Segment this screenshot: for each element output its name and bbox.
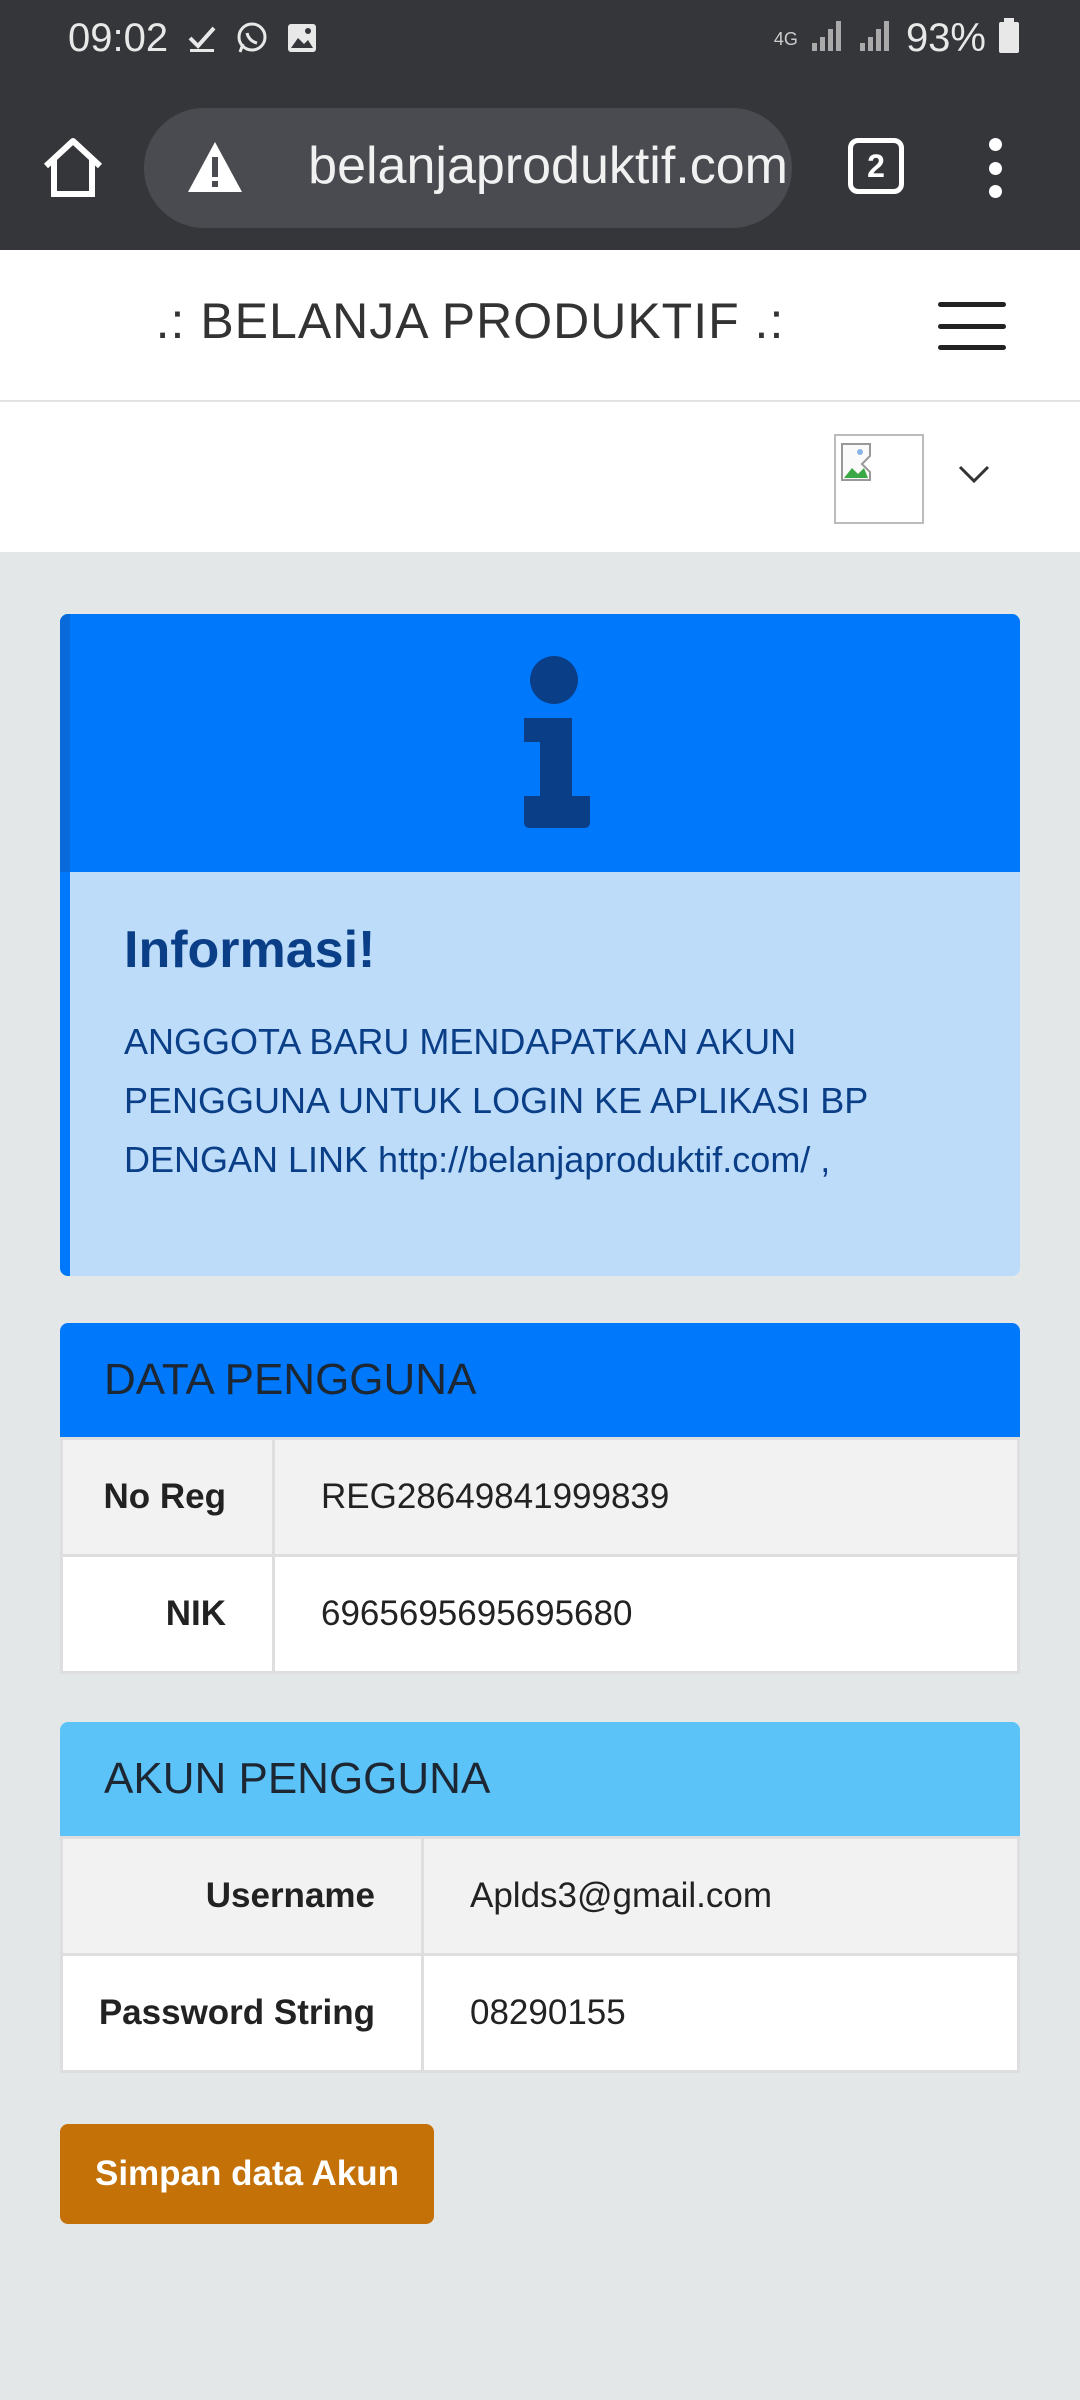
site-header: .: BELANJA PRODUKTIF .: [0,250,1080,402]
browser-menu-button[interactable] [980,138,1010,198]
battery-icon [998,18,1020,59]
home-button[interactable] [38,132,108,202]
data-pengguna-panel: DATA PENGGUNA No Reg REG28649841999839 N… [60,1323,1020,1674]
avatar[interactable] [834,434,924,524]
menu-dot-icon [988,161,1002,175]
row-value: REG28649841999839 [272,1437,1020,1557]
row-label: Password String [60,1953,424,2073]
row-label: Username [60,1836,424,1956]
info-alert-body: Informasi! ANGGOTA BARU MENDAPATKAN AKUN… [60,872,1020,1276]
signal-icon [810,19,846,58]
row-value: 08290155 [421,1953,1020,2073]
data-pengguna-table: No Reg REG28649841999839 NIK 69656956956… [60,1437,1020,1674]
checkmark-notification-icon [184,18,220,58]
info-message: ANGGOTA BARU MENDAPATKAN AKUN PENGGUNA U… [124,1021,868,1180]
warning-icon[interactable] [186,140,244,194]
menu-dot-icon [988,138,1002,151]
status-time: 09:02 [68,16,169,60]
gallery-icon [284,18,320,58]
table-row: Username Aplds3@gmail.com [60,1836,1020,1956]
table-row: NIK 6965695695695680 [60,1554,1020,1674]
row-value: 6965695695695680 [272,1554,1020,1674]
address-bar[interactable]: belanjaproduktif.com [144,108,792,228]
network-type: 4G [773,28,798,49]
user-bar [0,402,1080,552]
whatsapp-icon [234,18,270,58]
row-value: Aplds3@gmail.com [421,1836,1020,1956]
table-row: Password String 08290155 [60,1953,1020,2073]
akun-pengguna-heading: AKUN PENGGUNA [60,1722,1020,1836]
site-brand[interactable]: .: BELANJA PRODUKTIF .: [0,292,940,350]
akun-pengguna-table: Username Aplds3@gmail.com Password Strin… [60,1836,1020,2073]
info-alert: Informasi! ANGGOTA BARU MENDAPATKAN AKUN… [60,614,1020,1276]
broken-image-icon [841,443,871,481]
battery-level: 93% [905,16,986,60]
menu-dot-icon [988,185,1002,198]
data-pengguna-heading: DATA PENGGUNA [60,1323,1020,1437]
url-text[interactable]: belanjaproduktif.com [268,136,788,196]
signal-icon-2 [858,19,894,58]
row-label: NIK [60,1554,275,1674]
row-label: No Reg [60,1437,275,1557]
home-icon [43,138,103,197]
tab-switcher-button[interactable]: 2 [848,138,904,194]
table-row: No Reg REG28649841999839 [60,1437,1020,1557]
browser-toolbar: belanjaproduktif.com 2 [0,80,1080,250]
chevron-down-icon[interactable] [956,462,992,486]
status-bar: 09:02 4G 93% [0,0,1080,80]
info-icon [520,656,596,828]
hamburger-menu-icon[interactable] [938,302,1006,350]
save-account-button[interactable]: Simpan data Akun [60,2124,434,2224]
akun-pengguna-panel: AKUN PENGGUNA Username Aplds3@gmail.com … [60,1722,1020,2073]
info-title: Informasi! [124,921,376,979]
info-alert-header [60,614,1020,872]
